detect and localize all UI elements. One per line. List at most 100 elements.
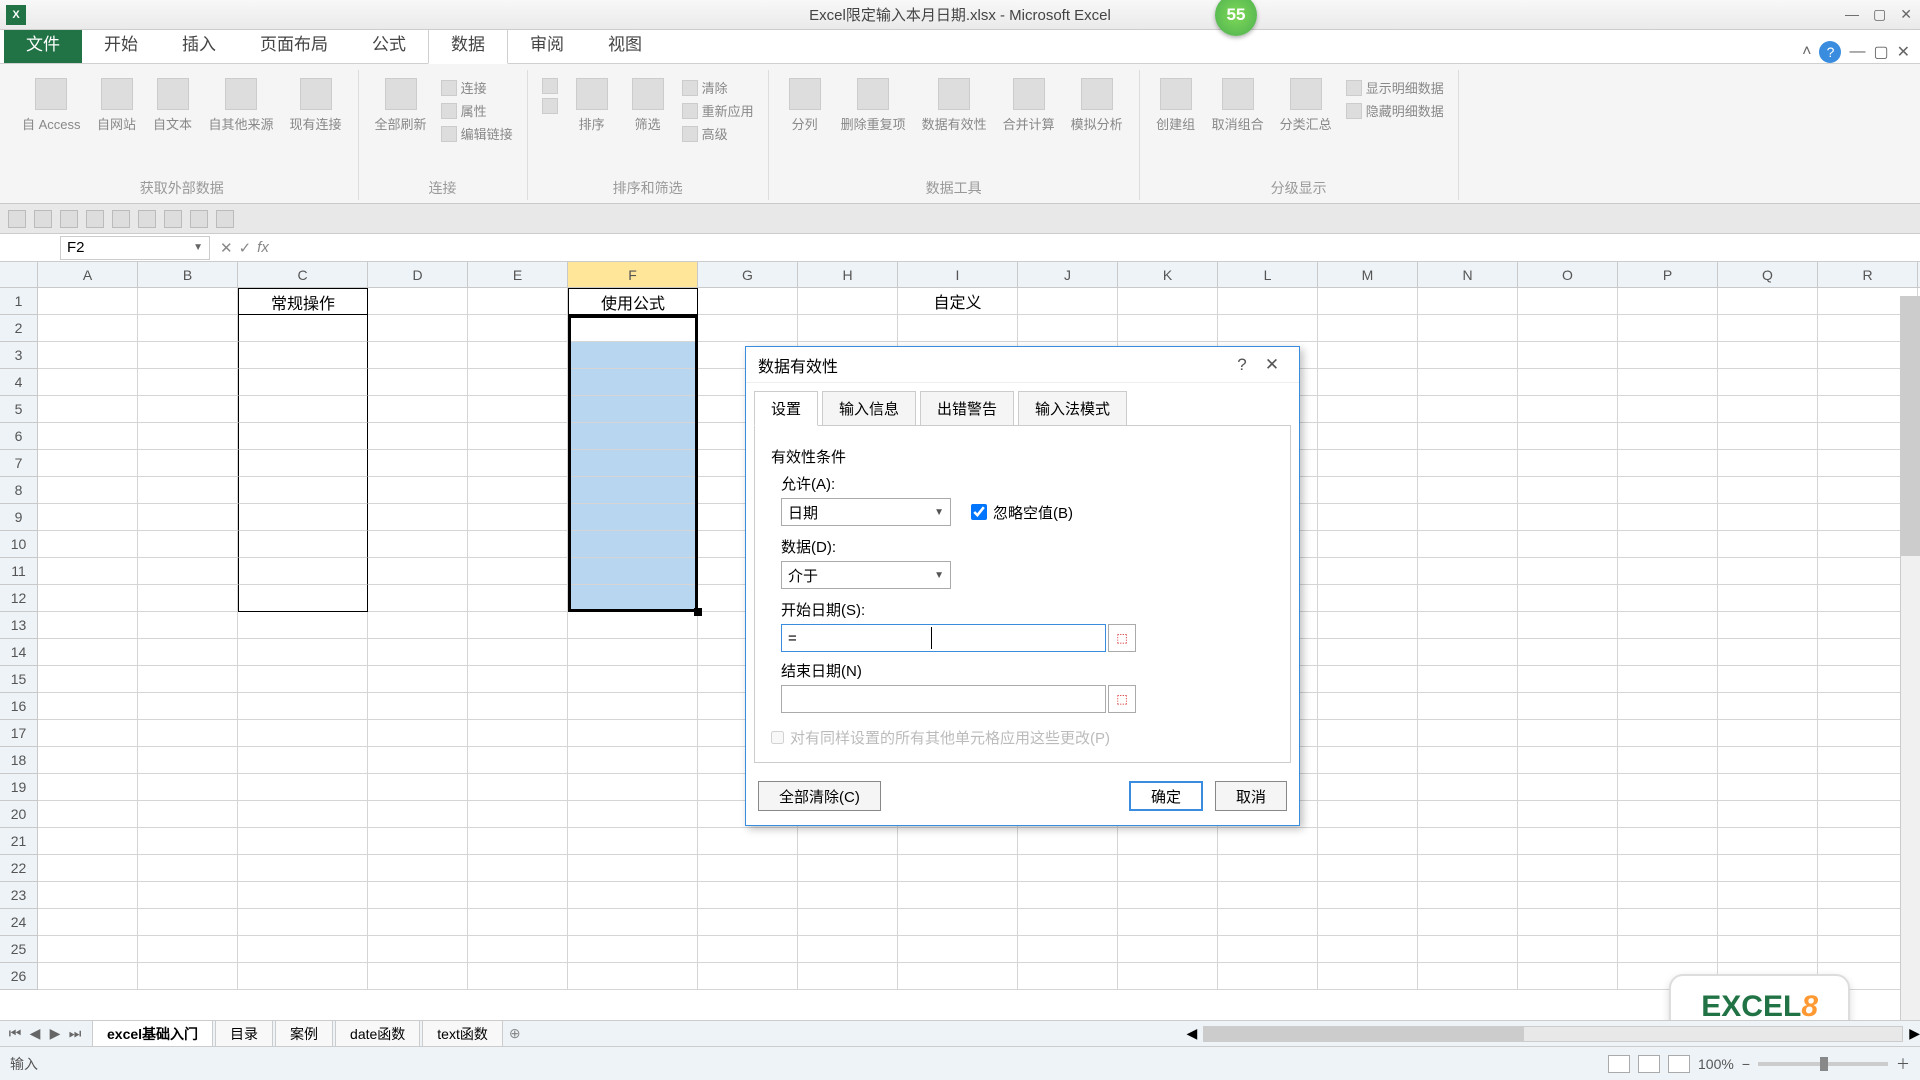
cell[interactable] (38, 504, 138, 531)
cell[interactable] (238, 612, 368, 639)
col-header[interactable]: Q (1718, 262, 1818, 287)
cell[interactable] (38, 828, 138, 855)
btn-sort-desc[interactable] (542, 98, 558, 114)
row-header[interactable]: 5 (0, 396, 38, 423)
cell[interactable] (1018, 909, 1118, 936)
cell[interactable] (1618, 936, 1718, 963)
cell[interactable] (1318, 558, 1418, 585)
cell[interactable] (1118, 882, 1218, 909)
cell[interactable] (468, 666, 568, 693)
btn-from-web[interactable]: 自网站 (91, 74, 143, 137)
cell[interactable] (38, 693, 138, 720)
cell[interactable] (368, 639, 468, 666)
cell[interactable] (1618, 882, 1718, 909)
cell[interactable] (1118, 288, 1218, 315)
cell[interactable] (468, 612, 568, 639)
window-close-icon[interactable]: ✕ (1897, 42, 1910, 62)
cell[interactable] (1618, 396, 1718, 423)
cell[interactable] (1418, 639, 1518, 666)
cell[interactable] (568, 909, 698, 936)
sheet-tab[interactable]: 案例 (275, 1020, 333, 1048)
cell[interactable] (238, 585, 368, 612)
cell[interactable] (138, 531, 238, 558)
data-select[interactable]: 介于 ▼ (781, 561, 951, 589)
cell[interactable] (238, 450, 368, 477)
col-header[interactable]: P (1618, 262, 1718, 287)
cell[interactable] (1418, 963, 1518, 990)
cell[interactable] (138, 585, 238, 612)
cell[interactable] (468, 774, 568, 801)
cell[interactable] (1518, 855, 1618, 882)
cell[interactable] (1318, 639, 1418, 666)
cell[interactable] (468, 369, 568, 396)
cell[interactable] (1718, 423, 1818, 450)
cell[interactable] (468, 936, 568, 963)
col-header[interactable]: L (1218, 262, 1318, 287)
cell[interactable] (238, 423, 368, 450)
cell[interactable] (1418, 747, 1518, 774)
cell[interactable] (1318, 315, 1418, 342)
cell[interactable] (368, 693, 468, 720)
cell[interactable] (1718, 585, 1818, 612)
btn-refresh-all[interactable]: 全部刷新 (369, 74, 433, 137)
col-header[interactable]: I (898, 262, 1018, 287)
cell[interactable] (138, 450, 238, 477)
cell[interactable]: 常规操作 (238, 288, 368, 315)
cell[interactable] (38, 477, 138, 504)
tab-ime[interactable]: 输入法模式 (1018, 391, 1127, 426)
cell[interactable] (1018, 288, 1118, 315)
cell[interactable] (798, 828, 898, 855)
cell[interactable] (898, 936, 1018, 963)
dialog-close-icon[interactable]: ✕ (1257, 355, 1287, 375)
cell[interactable] (138, 828, 238, 855)
cell[interactable] (1418, 774, 1518, 801)
cell[interactable] (1418, 855, 1518, 882)
cell[interactable] (698, 855, 798, 882)
tab-settings[interactable]: 设置 (754, 391, 818, 426)
cell[interactable] (368, 747, 468, 774)
qat-icon[interactable] (138, 210, 156, 228)
hscroll-track[interactable] (1203, 1026, 1903, 1042)
col-header[interactable]: R (1818, 262, 1918, 287)
cell[interactable] (1318, 936, 1418, 963)
cell[interactable] (1618, 504, 1718, 531)
cell[interactable] (468, 639, 568, 666)
cell[interactable] (568, 774, 698, 801)
cell[interactable] (1018, 963, 1118, 990)
cell[interactable] (368, 963, 468, 990)
row-header[interactable]: 21 (0, 828, 38, 855)
cell[interactable]: 自定义 (898, 288, 1018, 315)
cell[interactable] (1018, 315, 1118, 342)
col-header[interactable]: J (1018, 262, 1118, 287)
cell[interactable] (1318, 963, 1418, 990)
cell[interactable] (1718, 369, 1818, 396)
cell[interactable] (238, 963, 368, 990)
name-box[interactable]: F2 ▼ (60, 236, 210, 260)
btn-properties[interactable]: 属性 (441, 101, 513, 120)
cell[interactable] (38, 801, 138, 828)
cell[interactable] (38, 855, 138, 882)
cell[interactable] (1518, 423, 1618, 450)
col-header[interactable]: O (1518, 262, 1618, 287)
row-header[interactable]: 13 (0, 612, 38, 639)
cell[interactable] (1718, 315, 1818, 342)
cell[interactable] (1718, 828, 1818, 855)
cell[interactable] (468, 963, 568, 990)
cell[interactable] (568, 720, 698, 747)
range-picker-icon[interactable]: ⬚ (1108, 624, 1136, 652)
col-header[interactable]: A (38, 262, 138, 287)
cell[interactable] (1718, 801, 1818, 828)
add-sheet-icon[interactable]: ⊕ (509, 1025, 521, 1042)
cell[interactable] (1318, 747, 1418, 774)
cell[interactable] (798, 909, 898, 936)
cell[interactable] (698, 315, 798, 342)
cell[interactable] (368, 477, 468, 504)
cell[interactable] (468, 747, 568, 774)
clear-all-button[interactable]: 全部清除(C) (758, 781, 881, 811)
cell[interactable] (138, 342, 238, 369)
cell[interactable] (1418, 693, 1518, 720)
cell[interactable] (798, 315, 898, 342)
cell[interactable] (568, 315, 698, 342)
cell[interactable] (1218, 909, 1318, 936)
scroll-right-icon[interactable]: ▶ (1909, 1025, 1920, 1042)
